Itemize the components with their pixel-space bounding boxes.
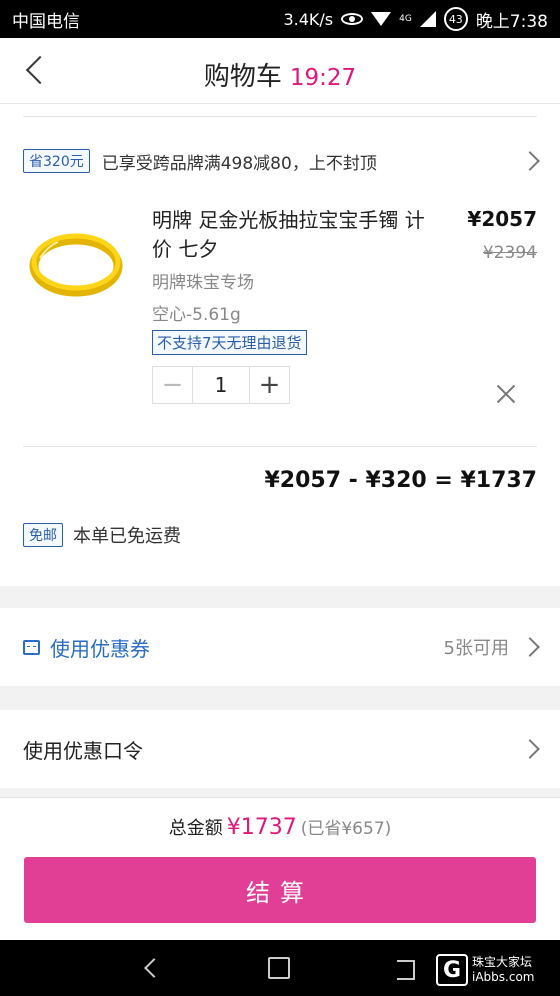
total-amount: ¥1737: [226, 815, 297, 840]
free-shipping-badge: 免邮: [23, 523, 63, 547]
clock: 晚上7:38: [475, 11, 548, 32]
total-label: 总金额: [168, 818, 223, 839]
price-calculation: ¥2057 - ¥320 = ¥1737: [264, 468, 537, 493]
status-bar: 中国电信 3.4K/s 4G 43 晚上7:38: [0, 0, 560, 38]
ticket-icon: [23, 639, 40, 655]
chevron-right-icon: [520, 637, 540, 657]
close-icon[interactable]: [492, 380, 520, 408]
home-nav-icon[interactable]: [268, 957, 290, 979]
savings-badge: 省320元: [23, 149, 90, 173]
shop-name: 明牌珠宝专场: [152, 273, 254, 293]
product-spec: 空心-5.61g: [152, 305, 241, 325]
chevron-right-icon: [520, 739, 540, 759]
saved-amount: (已省¥657): [300, 819, 392, 839]
chevron-right-icon: [520, 151, 540, 171]
watermark-line1: 珠宝大家坛: [472, 955, 533, 969]
back-nav-icon[interactable]: [143, 956, 167, 980]
checkout-button[interactable]: 结算: [24, 857, 536, 923]
checkout-footer: 总金额 ¥1737 (已省¥657) 结算: [0, 797, 560, 940]
increase-button[interactable]: +: [249, 367, 289, 403]
promo-code-row[interactable]: 使用优惠口令: [0, 710, 560, 788]
product-title[interactable]: 明牌 足金光板抽拉宝宝手镯 计价 七夕: [152, 206, 432, 264]
cart-item-card: 省320元 已享受跨品牌满498减80，上不封顶 明牌 足金光板抽拉宝宝手镯 计…: [0, 104, 560, 586]
total-row: 总金额 ¥1737 (已省¥657): [0, 814, 560, 840]
product-price: ¥2057: [467, 207, 537, 231]
watermark-line2: iAbbs.com: [472, 970, 535, 984]
title-text: 购物车: [203, 62, 282, 92]
coupon-row[interactable]: 使用优惠券 5张可用: [0, 608, 560, 686]
product-image[interactable]: [28, 220, 124, 308]
carrier-name: 中国电信: [12, 11, 80, 32]
network-speed: 3.4K/s: [283, 9, 334, 29]
status-icons: 3.4K/s 4G 43 晚上7:38: [283, 7, 548, 32]
nav-bar: 购物车 19:27: [0, 38, 560, 104]
original-price: ¥2394: [482, 243, 537, 263]
shipping-row: 免邮 本单已免运费: [23, 522, 181, 548]
signal-icon: [419, 11, 436, 27]
recents-nav-icon[interactable]: [393, 956, 417, 980]
watermark-text: 珠宝大家坛 iAbbs.com: [472, 955, 534, 985]
divider: [23, 446, 537, 447]
watermark: G 珠宝大家坛 iAbbs.com: [436, 950, 558, 990]
promo-code-label: 使用优惠口令: [23, 738, 143, 763]
promo-row[interactable]: 省320元 已享受跨品牌满498减80，上不封顶: [23, 148, 540, 174]
return-policy-badge: 不支持7天无理由退货: [152, 330, 307, 355]
countdown-timer: 19:27: [289, 65, 357, 91]
quantity-value[interactable]: 1: [193, 367, 249, 403]
battery-icon: 43: [443, 7, 468, 31]
promo-text: 已享受跨品牌满498减80，上不封顶: [101, 153, 377, 174]
wifi-icon: [371, 12, 392, 26]
coupon-label: 使用优惠券: [50, 636, 150, 661]
page-title: 购物车 19:27: [0, 56, 560, 93]
watermark-logo: G: [436, 954, 468, 986]
shipping-text: 本单已免运费: [73, 526, 181, 547]
decrease-button[interactable]: −: [153, 367, 193, 403]
coupon-available: 5张可用: [443, 638, 509, 659]
network-type: 4G: [399, 13, 412, 24]
divider: [23, 116, 537, 117]
eye-icon: [341, 13, 364, 25]
quantity-stepper: − 1 +: [152, 366, 290, 404]
